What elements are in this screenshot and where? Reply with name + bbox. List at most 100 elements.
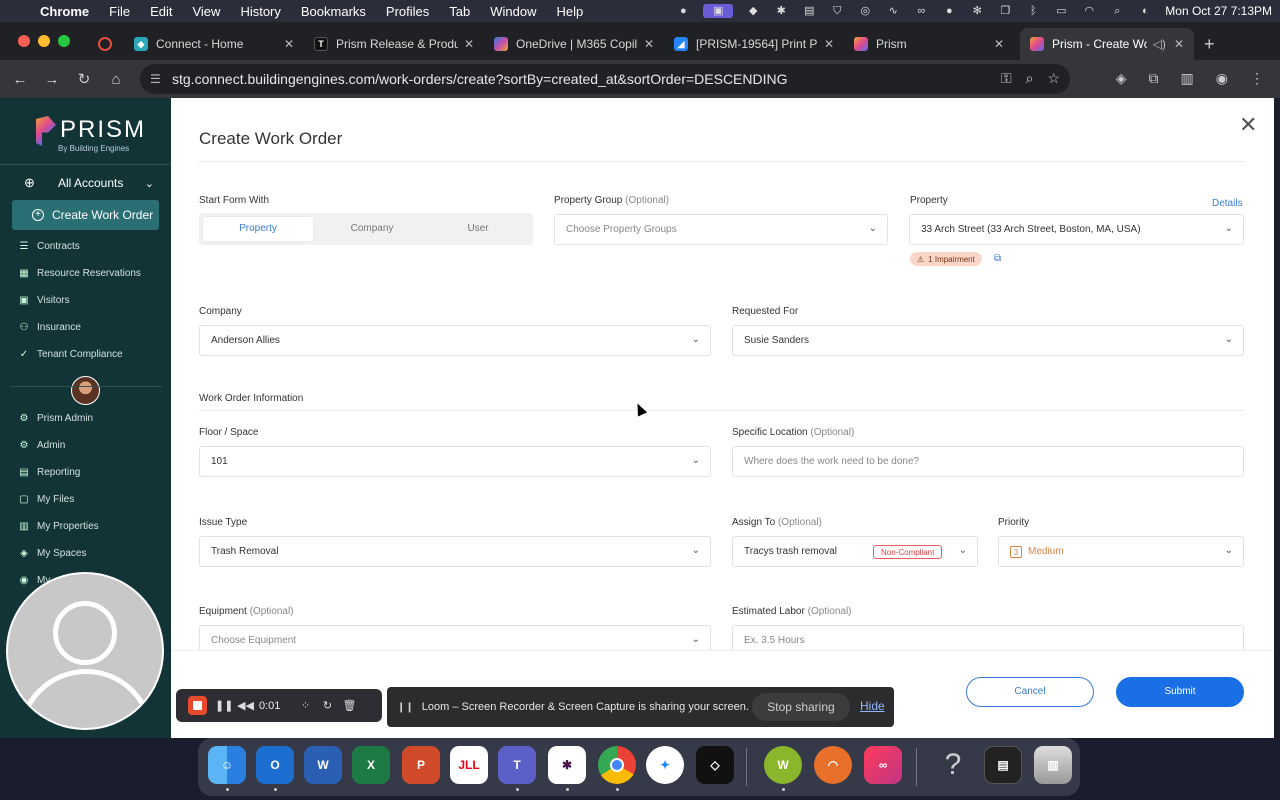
site-info-icon[interactable]: ☰ <box>150 72 161 86</box>
tab-jira[interactable]: ◢ [PRISM-19564] Print P ✕ <box>664 28 844 60</box>
close-icon[interactable]: ✕ <box>994 37 1004 51</box>
tab-onedrive[interactable]: OneDrive | M365 Copil ✕ <box>484 28 664 60</box>
pause-icon[interactable]: ❚❚ <box>215 699 233 712</box>
swirl-icon[interactable]: ◎ <box>857 4 873 18</box>
help-icon[interactable]: ? <box>934 746 972 784</box>
equipment-select[interactable]: Choose Equipment ⌄ <box>199 625 711 650</box>
control-center-icon[interactable]: ◐ <box>1137 4 1153 18</box>
sidebar-item-my-spaces[interactable]: ◈ My Spaces <box>18 545 86 561</box>
search-icon[interactable]: ⌕ <box>1109 4 1125 18</box>
copilot-extension-icon[interactable]: ◈ <box>1116 70 1127 87</box>
property-group-select[interactable]: Choose Property Groups ⌄ <box>554 214 888 245</box>
sidebar-item-insurance[interactable]: ⚇ Insurance <box>18 319 81 335</box>
word-icon[interactable]: W <box>304 746 342 784</box>
menu-tab[interactable]: Tab <box>439 4 480 19</box>
close-icon[interactable]: ✕ <box>464 37 474 51</box>
notes-icon[interactable]: ▤ <box>984 746 1022 784</box>
issue-type-select[interactable]: Trash Removal ⌄ <box>199 536 711 567</box>
menubar-clock[interactable]: Mon Oct 27 7:13PM <box>1165 4 1272 18</box>
hide-button[interactable]: Hide <box>860 699 885 713</box>
property-select[interactable]: 33 Arch Street (33 Arch Street, Boston, … <box>909 214 1244 245</box>
webcam-bubble[interactable] <box>6 572 164 730</box>
safari-icon[interactable]: ✦ <box>646 746 684 784</box>
shield-icon[interactable]: ⛉ <box>829 4 845 18</box>
key-icon[interactable]: ⚿ <box>1001 70 1012 87</box>
create-work-order-button[interactable]: + Create Work Order <box>12 200 159 230</box>
microphone-icon[interactable]: ● <box>675 4 691 18</box>
forward-button[interactable]: → <box>36 71 68 88</box>
menu-edit[interactable]: Edit <box>140 4 182 19</box>
sidebar-item-admin[interactable]: ⚙ Admin <box>18 437 66 453</box>
rewind-icon[interactable]: ◀◀ <box>237 699 254 712</box>
tab-connect-home[interactable]: ◆ Connect - Home ✕ <box>124 28 304 60</box>
chrome-icon[interactable] <box>598 746 636 784</box>
w-icon[interactable]: W <box>764 746 802 784</box>
sidebar-item-prism-admin[interactable]: ⚙ Prism Admin <box>18 410 94 426</box>
tab-prism[interactable]: Prism ✕ <box>844 28 1014 60</box>
trash-icon[interactable]: ▥ <box>1034 746 1072 784</box>
outlook-icon[interactable]: O <box>256 746 294 784</box>
segment-user[interactable]: User <box>423 217 533 241</box>
creative-cloud-icon[interactable]: ∞ <box>864 746 902 784</box>
requested-for-select[interactable]: Susie Sanders ⌄ <box>732 325 1244 356</box>
finder-icon[interactable]: ☺ <box>208 746 246 784</box>
slack-icon[interactable]: ✱ <box>548 746 586 784</box>
submit-button[interactable]: Submit <box>1116 677 1244 707</box>
wifi-icon[interactable]: ◠ <box>1081 4 1097 18</box>
home-button[interactable]: ⌂ <box>100 71 132 88</box>
excel-icon[interactable]: X <box>352 746 390 784</box>
menu-help[interactable]: Help <box>547 4 594 19</box>
new-tab-button[interactable]: + <box>1204 34 1215 55</box>
sidebar-item-contracts[interactable]: ☰ Contracts <box>18 238 80 254</box>
close-icon[interactable]: ✕ <box>284 37 294 51</box>
unity-icon[interactable]: ◇ <box>696 746 734 784</box>
close-window-button[interactable] <box>18 35 30 47</box>
impairment-badge[interactable]: ⚠ 1 Impairment <box>910 252 982 266</box>
details-link[interactable]: Details <box>1212 198 1243 209</box>
prism-logo[interactable]: PRISM By Building Engines <box>36 116 146 153</box>
sidebar-item-reporting[interactable]: ▤ Reporting <box>18 464 80 480</box>
speaker-icon[interactable]: ◁) <box>1153 37 1166 51</box>
specific-location-input[interactable]: Where does the work need to be done? <box>732 446 1244 477</box>
estimated-labor-input[interactable]: Ex. 3.5 Hours <box>732 625 1244 650</box>
sidebar-item-visitors[interactable]: ▣ Visitors <box>18 292 69 308</box>
menu-profiles[interactable]: Profiles <box>376 4 439 19</box>
avatar[interactable] <box>71 376 100 405</box>
close-icon[interactable]: ✕ <box>1239 112 1257 138</box>
powerpoint-icon[interactable]: P <box>402 746 440 784</box>
jll-icon[interactable]: JLL <box>450 746 488 784</box>
minimize-window-button[interactable] <box>38 35 50 47</box>
stop-sharing-button[interactable]: Stop sharing <box>752 693 850 721</box>
side-panel-icon[interactable]: ▥ <box>1181 70 1194 87</box>
external-link-icon[interactable]: ⧉ <box>994 253 1001 264</box>
company-select[interactable]: Anderson Allies ⌄ <box>199 325 711 356</box>
activity-icon[interactable]: ∿ <box>885 4 901 18</box>
profile-icon[interactable]: ◉ <box>1216 70 1228 87</box>
extensions-icon[interactable]: ⧉ <box>1149 70 1159 87</box>
slack-status-icon[interactable]: ✱ <box>773 4 789 18</box>
headset-icon[interactable]: ◠ <box>814 746 852 784</box>
menu-window[interactable]: Window <box>480 4 546 19</box>
trash-icon[interactable]: 🗑 <box>342 699 356 712</box>
grid-icon[interactable]: ⁘ <box>298 699 312 712</box>
printer-icon[interactable]: ▤ <box>801 4 817 18</box>
cancel-button[interactable]: Cancel <box>966 677 1094 707</box>
restart-icon[interactable]: ↻ <box>320 699 334 712</box>
sidebar-item-tenant-compliance[interactable]: ✓ Tenant Compliance <box>18 346 123 362</box>
battery-icon[interactable]: ▭ <box>1053 4 1069 18</box>
menu-history[interactable]: History <box>230 4 290 19</box>
close-icon[interactable]: ✕ <box>644 37 654 51</box>
box-icon[interactable]: ◆ <box>745 4 761 18</box>
sidebar-item-resource-reservations[interactable]: ▦ Resource Reservations <box>18 265 141 281</box>
link-icon[interactable]: ∞ <box>913 4 929 18</box>
back-button[interactable]: ← <box>4 71 36 88</box>
reload-button[interactable]: ↻ <box>68 70 100 88</box>
menu-view[interactable]: View <box>182 4 230 19</box>
menu-bookmarks[interactable]: Bookmarks <box>291 4 376 19</box>
zoom-icon[interactable]: ⌕ <box>1026 70 1034 87</box>
bluetooth-icon[interactable]: ᛒ <box>1025 4 1041 18</box>
openai-icon[interactable]: ✻ <box>969 4 985 18</box>
address-bar[interactable]: ☰ stg.connect.buildingengines.com/work-o… <box>140 64 1070 94</box>
stop-recording-button[interactable] <box>188 696 207 715</box>
segment-property[interactable]: Property <box>203 217 313 241</box>
